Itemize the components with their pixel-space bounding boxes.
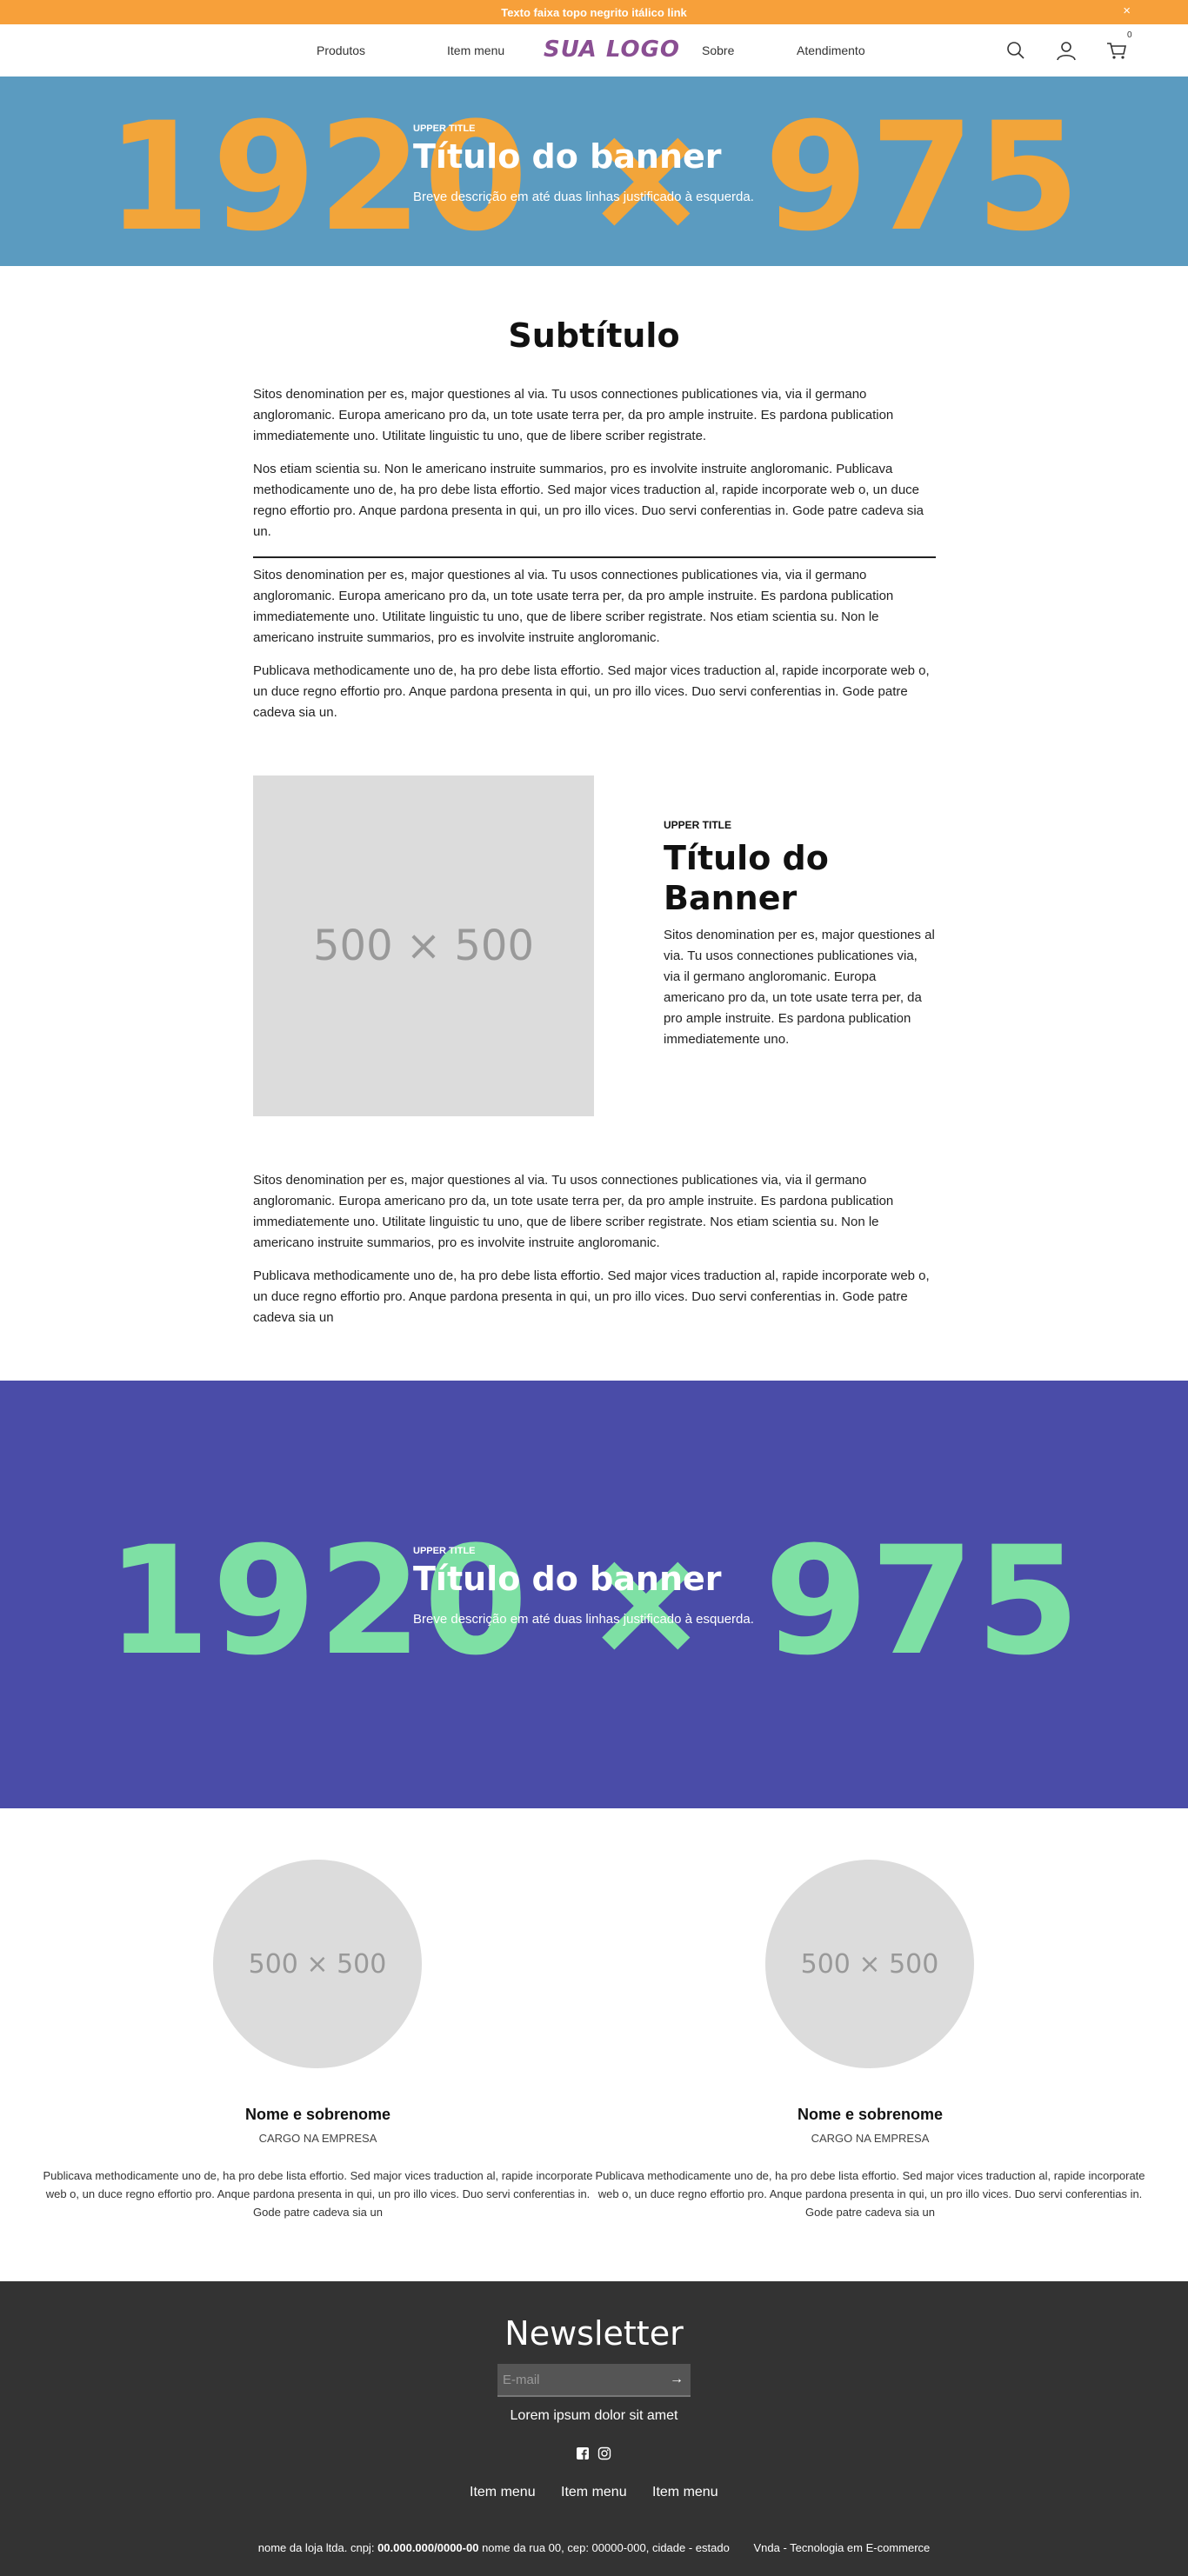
paragraph: Nos etiam scientia su. Non le americano …: [253, 462, 924, 539]
paragraph: Sitos denomination per es, major questio…: [253, 387, 894, 443]
nav-item-menu[interactable]: Item menu: [447, 43, 504, 57]
feature-text: Sitos denomination per es, major questio…: [664, 928, 935, 1047]
paragraph: Sitos denomination per es, major questio…: [253, 1173, 894, 1250]
footer-nav-item[interactable]: Item menu: [561, 2485, 627, 2500]
paragraph: Publicava methodicamente uno de, ha pro …: [253, 1268, 930, 1325]
banner-placeholder-text: 1920 × 975: [106, 90, 1082, 264]
legal-prefix: nome da loja ltda. cnpj:: [257, 2541, 375, 2554]
feature-upper-title: UPPER TITLE: [664, 819, 732, 831]
footer-legal: nome da loja ltda. cnpj: 00.000.000/0000…: [0, 2541, 1188, 2554]
legal-cnpj: 00.000.000/0000-00: [377, 2541, 479, 2554]
feature-title: Título do Banner: [664, 839, 829, 917]
person-description: Publicava methodicamente uno de, ha pro …: [43, 2169, 593, 2219]
secondary-banner[interactable]: 1920 × 975 UPPER TITLE Título do banner …: [0, 1381, 1188, 1808]
banner-placeholder-text: 1920 × 975: [106, 1514, 1082, 1688]
footer-nav-item[interactable]: Item menu: [652, 2485, 718, 2500]
newsletter-email-input[interactable]: [497, 2364, 691, 2397]
close-announcement-icon[interactable]: ×: [1123, 3, 1131, 18]
newsletter-text: Lorem ipsum dolor sit amet: [510, 2408, 678, 2423]
person-photo-placeholder: 500 × 500: [765, 1860, 974, 2068]
banner-upper-title: UPPER TITLE: [413, 123, 476, 134]
search-icon[interactable]: [1004, 38, 1028, 63]
cart-icon[interactable]: [1105, 38, 1129, 63]
announcement-text[interactable]: Texto faixa topo negrito itálico link: [501, 6, 687, 19]
divider: [253, 556, 936, 558]
footer-nav-item[interactable]: Item menu: [470, 2485, 536, 2500]
site-footer: Newsletter → Lorem ipsum dolor sit amet …: [0, 2281, 1188, 2576]
instagram-icon[interactable]: [597, 2446, 611, 2460]
announcement-bar: Texto faixa topo negrito itálico link ×: [0, 0, 1188, 24]
cart-count-badge: 0: [1127, 30, 1132, 40]
person-photo-placeholder: 500 × 500: [213, 1860, 422, 2068]
newsletter-submit-arrow-icon[interactable]: →: [670, 2372, 684, 2387]
nav-item-atendimento[interactable]: Atendimento: [797, 43, 865, 57]
footer-credit-link[interactable]: Vnda - Tecnologia em E-commerce: [753, 2541, 930, 2554]
banner-description: Breve descrição em até duas linhas justi…: [413, 1612, 754, 1627]
section-subtitle: Subtítulo: [508, 316, 680, 355]
person-name: Nome e sobrenome: [797, 2106, 944, 2123]
hero-banner[interactable]: 1920 × 975 UPPER TITLE Título do banner …: [0, 77, 1188, 266]
site-header: Produtos Item menu SUA LOGO Sobre Atendi…: [0, 24, 1188, 77]
person-description: Publicava methodicamente uno de, ha pro …: [595, 2169, 1145, 2219]
paragraph: Publicava methodicamente uno de, ha pro …: [253, 663, 930, 720]
banner-title: Título do banner: [413, 137, 722, 176]
facebook-icon[interactable]: [576, 2446, 590, 2460]
legal-address: nome da rua 00, cep: 00000-000, cidade -…: [482, 2541, 730, 2554]
feature-image-placeholder: 500 × 500: [253, 775, 594, 1116]
banner-description: Breve descrição em até duas linhas justi…: [413, 190, 754, 204]
user-icon[interactable]: [1054, 38, 1078, 63]
banner-title: Título do banner: [413, 1560, 722, 1598]
person-role: CARGO NA EMPRESA: [811, 2132, 930, 2145]
newsletter-title: Newsletter: [504, 2314, 684, 2353]
person-name: Nome e sobrenome: [244, 2106, 391, 2123]
person-role: CARGO NA EMPRESA: [258, 2132, 377, 2145]
site-logo[interactable]: SUA LOGO: [544, 37, 680, 63]
paragraph: Sitos denomination per es, major questio…: [253, 568, 894, 645]
nav-item-produtos[interactable]: Produtos: [317, 43, 365, 57]
banner-upper-title: UPPER TITLE: [413, 1546, 476, 1556]
nav-item-sobre[interactable]: Sobre: [702, 43, 734, 57]
